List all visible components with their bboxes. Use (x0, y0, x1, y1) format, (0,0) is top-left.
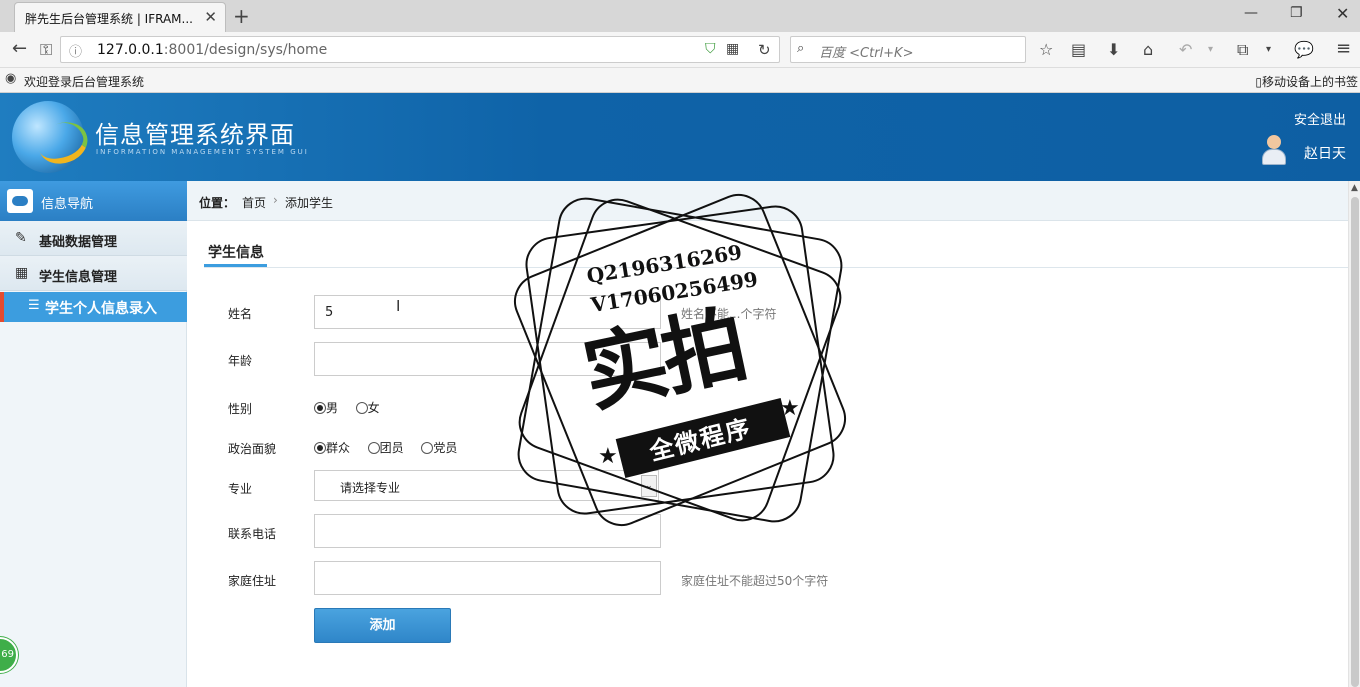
stamp-q-number: Q2196316269 (585, 239, 744, 289)
minimize-icon[interactable]: — (1244, 5, 1258, 21)
age-label: 年龄 (228, 354, 253, 368)
sidebar-item-label: 基础数据管理 (39, 235, 118, 250)
vertical-scrollbar[interactable]: ▲ (1348, 181, 1360, 687)
download-icon[interactable]: ⬇ (1107, 40, 1120, 59)
shield-icon[interactable]: ⛉ (705, 41, 716, 57)
chevron-down-icon[interactable]: ⌄ (641, 475, 657, 497)
breadcrumb: 位置： 首页 › 添加学生 (187, 181, 1348, 221)
major-label: 专业 (228, 482, 253, 496)
breadcrumb-current: 添加学生 (285, 196, 334, 210)
undo-dropdown-icon[interactable]: ▾ (1208, 44, 1213, 55)
sidebar-sub-label: 学生个人信息录入 (45, 301, 157, 317)
edit-icon: ✎ (15, 230, 27, 246)
scrollbar-thumb[interactable] (1351, 197, 1359, 687)
app-header: 信息管理系统界面 INFORMATION MANAGEMENT SYSTEM G… (0, 93, 1360, 181)
politics-masses-label: 群众 (326, 441, 351, 455)
calendar-icon: ▦ (15, 265, 29, 281)
sidebar-item-student-info[interactable]: ▦ 学生信息管理 (0, 256, 187, 291)
reading-list-icon[interactable]: ▤ (1071, 40, 1086, 59)
politics-party-label: 党员 (433, 441, 458, 455)
breadcrumb-label: 位置： (199, 196, 236, 210)
close-tab-icon[interactable]: ✕ (204, 8, 217, 26)
cloud-icon (7, 189, 33, 213)
chat-icon[interactable]: 💬 (1294, 40, 1314, 59)
star-icon[interactable]: ☆ (1039, 40, 1053, 59)
gender-female-radio[interactable] (355, 402, 368, 414)
search-placeholder: 百度 <Ctrl+K> (819, 46, 914, 61)
bookmark-bar: ◉ 欢迎登录后台管理系统 ▯移动设备上的书签 (0, 68, 1360, 93)
list-icon: ☰ (28, 298, 40, 313)
restore-icon[interactable]: ❐ (1290, 5, 1303, 21)
bookmark-welcome[interactable]: 欢迎登录后台管理系统 (24, 73, 144, 90)
navigation-bar: ← ⚿ ⓘ 127.0.0.1:8001/design/sys/home ⛉ ▦… (0, 32, 1360, 68)
phone-input[interactable] (314, 514, 661, 548)
sidebar: 信息导航 ✎ 基础数据管理 ▦ 学生信息管理 ☰ 学生个人信息录入 (0, 181, 187, 687)
gender-label: 性别 (228, 402, 253, 416)
sidebar-item-student-entry[interactable]: ☰ 学生个人信息录入 (0, 292, 187, 322)
politics-label: 政治面貌 (228, 442, 277, 456)
gender-male-radio[interactable] (314, 402, 326, 414)
name-input[interactable] (314, 295, 661, 329)
age-input[interactable] (314, 342, 661, 376)
search-input[interactable]: ⌕ 百度 <Ctrl+K> (790, 36, 1026, 63)
politics-masses-radio[interactable] (314, 442, 326, 454)
address-label: 家庭住址 (228, 574, 277, 588)
phone-label: 联系电话 (228, 527, 277, 541)
politics-radio-group: 群众 团员 党员 (314, 439, 457, 456)
tab-title: 胖先生后台管理系统 | IFRAM... (25, 12, 193, 26)
browser-tab[interactable]: 胖先生后台管理系统 | IFRAM... ✕ (14, 2, 226, 32)
stamp-ribbon-text: 全微程序 (646, 413, 755, 467)
sidebar-item-label: 学生信息管理 (39, 270, 118, 285)
address-input[interactable] (314, 561, 661, 595)
crop-icon[interactable]: ⧉ (1237, 40, 1248, 60)
sidebar-header-label: 信息导航 (41, 197, 94, 212)
back-icon[interactable]: ← (12, 38, 27, 59)
breadcrumb-separator: › (273, 193, 278, 207)
tab-bar: 胖先生后台管理系统 | IFRAM... ✕ + — ❐ ✕ (0, 0, 1360, 32)
star-icon: ★ (598, 444, 618, 469)
major-select[interactable]: 请选择专业 ⌄ (314, 470, 659, 501)
avatar (1260, 135, 1288, 165)
name-label: 姓名 (228, 307, 253, 321)
reload-icon[interactable]: ↻ (758, 41, 771, 59)
add-button[interactable]: 添加 (314, 608, 451, 643)
scroll-up-icon[interactable]: ▲ (1351, 183, 1358, 193)
mobile-bookmarks[interactable]: ▯移动设备上的书签 (1255, 73, 1358, 90)
breadcrumb-home[interactable]: 首页 (242, 194, 266, 211)
sidebar-header[interactable]: 信息导航 (0, 181, 187, 221)
sidebar-item-basic-data[interactable]: ✎ 基础数据管理 (0, 221, 187, 256)
app-title: 信息管理系统界面 (95, 121, 295, 149)
address-hint: 家庭住址不能超过50个字符 (681, 574, 829, 588)
stamp-ribbon (615, 398, 791, 478)
star-icon: ★ (780, 396, 800, 421)
home-icon[interactable]: ⌂ (1143, 40, 1153, 59)
undo-icon[interactable]: ↶ (1179, 40, 1192, 59)
logout-link[interactable]: 安全退出 (1294, 109, 1346, 128)
page-icon: ◉ (5, 71, 17, 86)
section-tab-student-info[interactable]: 学生信息 (208, 242, 264, 262)
info-icon[interactable]: ⓘ (69, 41, 82, 60)
key-icon[interactable]: ⚿ (40, 40, 52, 60)
text-cursor-icon: Ⅰ (396, 297, 401, 315)
search-icon: ⌕ (797, 41, 805, 56)
gender-male-label: 男 (326, 401, 339, 415)
username: 赵日天 (1304, 146, 1346, 162)
name-hint: 姓名不能...个字符 (681, 307, 777, 321)
qrcode-icon[interactable]: ▦ (726, 41, 739, 57)
gender-female-label: 女 (367, 401, 380, 415)
close-window-icon[interactable]: ✕ (1336, 4, 1349, 23)
mobile-icon: ▯ (1255, 75, 1262, 89)
crop-dropdown-icon[interactable]: ▾ (1266, 44, 1271, 55)
url-bar[interactable]: ⓘ 127.0.0.1:8001/design/sys/home ⛉ ▦ ↻ (60, 36, 780, 63)
major-select-value: 请选择专业 (340, 481, 401, 495)
url-text: 127.0.0.1:8001/design/sys/home (97, 42, 328, 58)
politics-league-radio[interactable] (367, 442, 380, 454)
app-subtitle: INFORMATION MANAGEMENT SYSTEM GUI (96, 148, 309, 156)
politics-league-label: 团员 (379, 441, 404, 455)
divider (204, 267, 1348, 268)
menu-icon[interactable]: ≡ (1336, 38, 1351, 59)
gender-radio-group: 男 女 (314, 399, 380, 416)
politics-party-radio[interactable] (421, 442, 434, 454)
new-tab-icon[interactable]: + (233, 4, 250, 28)
